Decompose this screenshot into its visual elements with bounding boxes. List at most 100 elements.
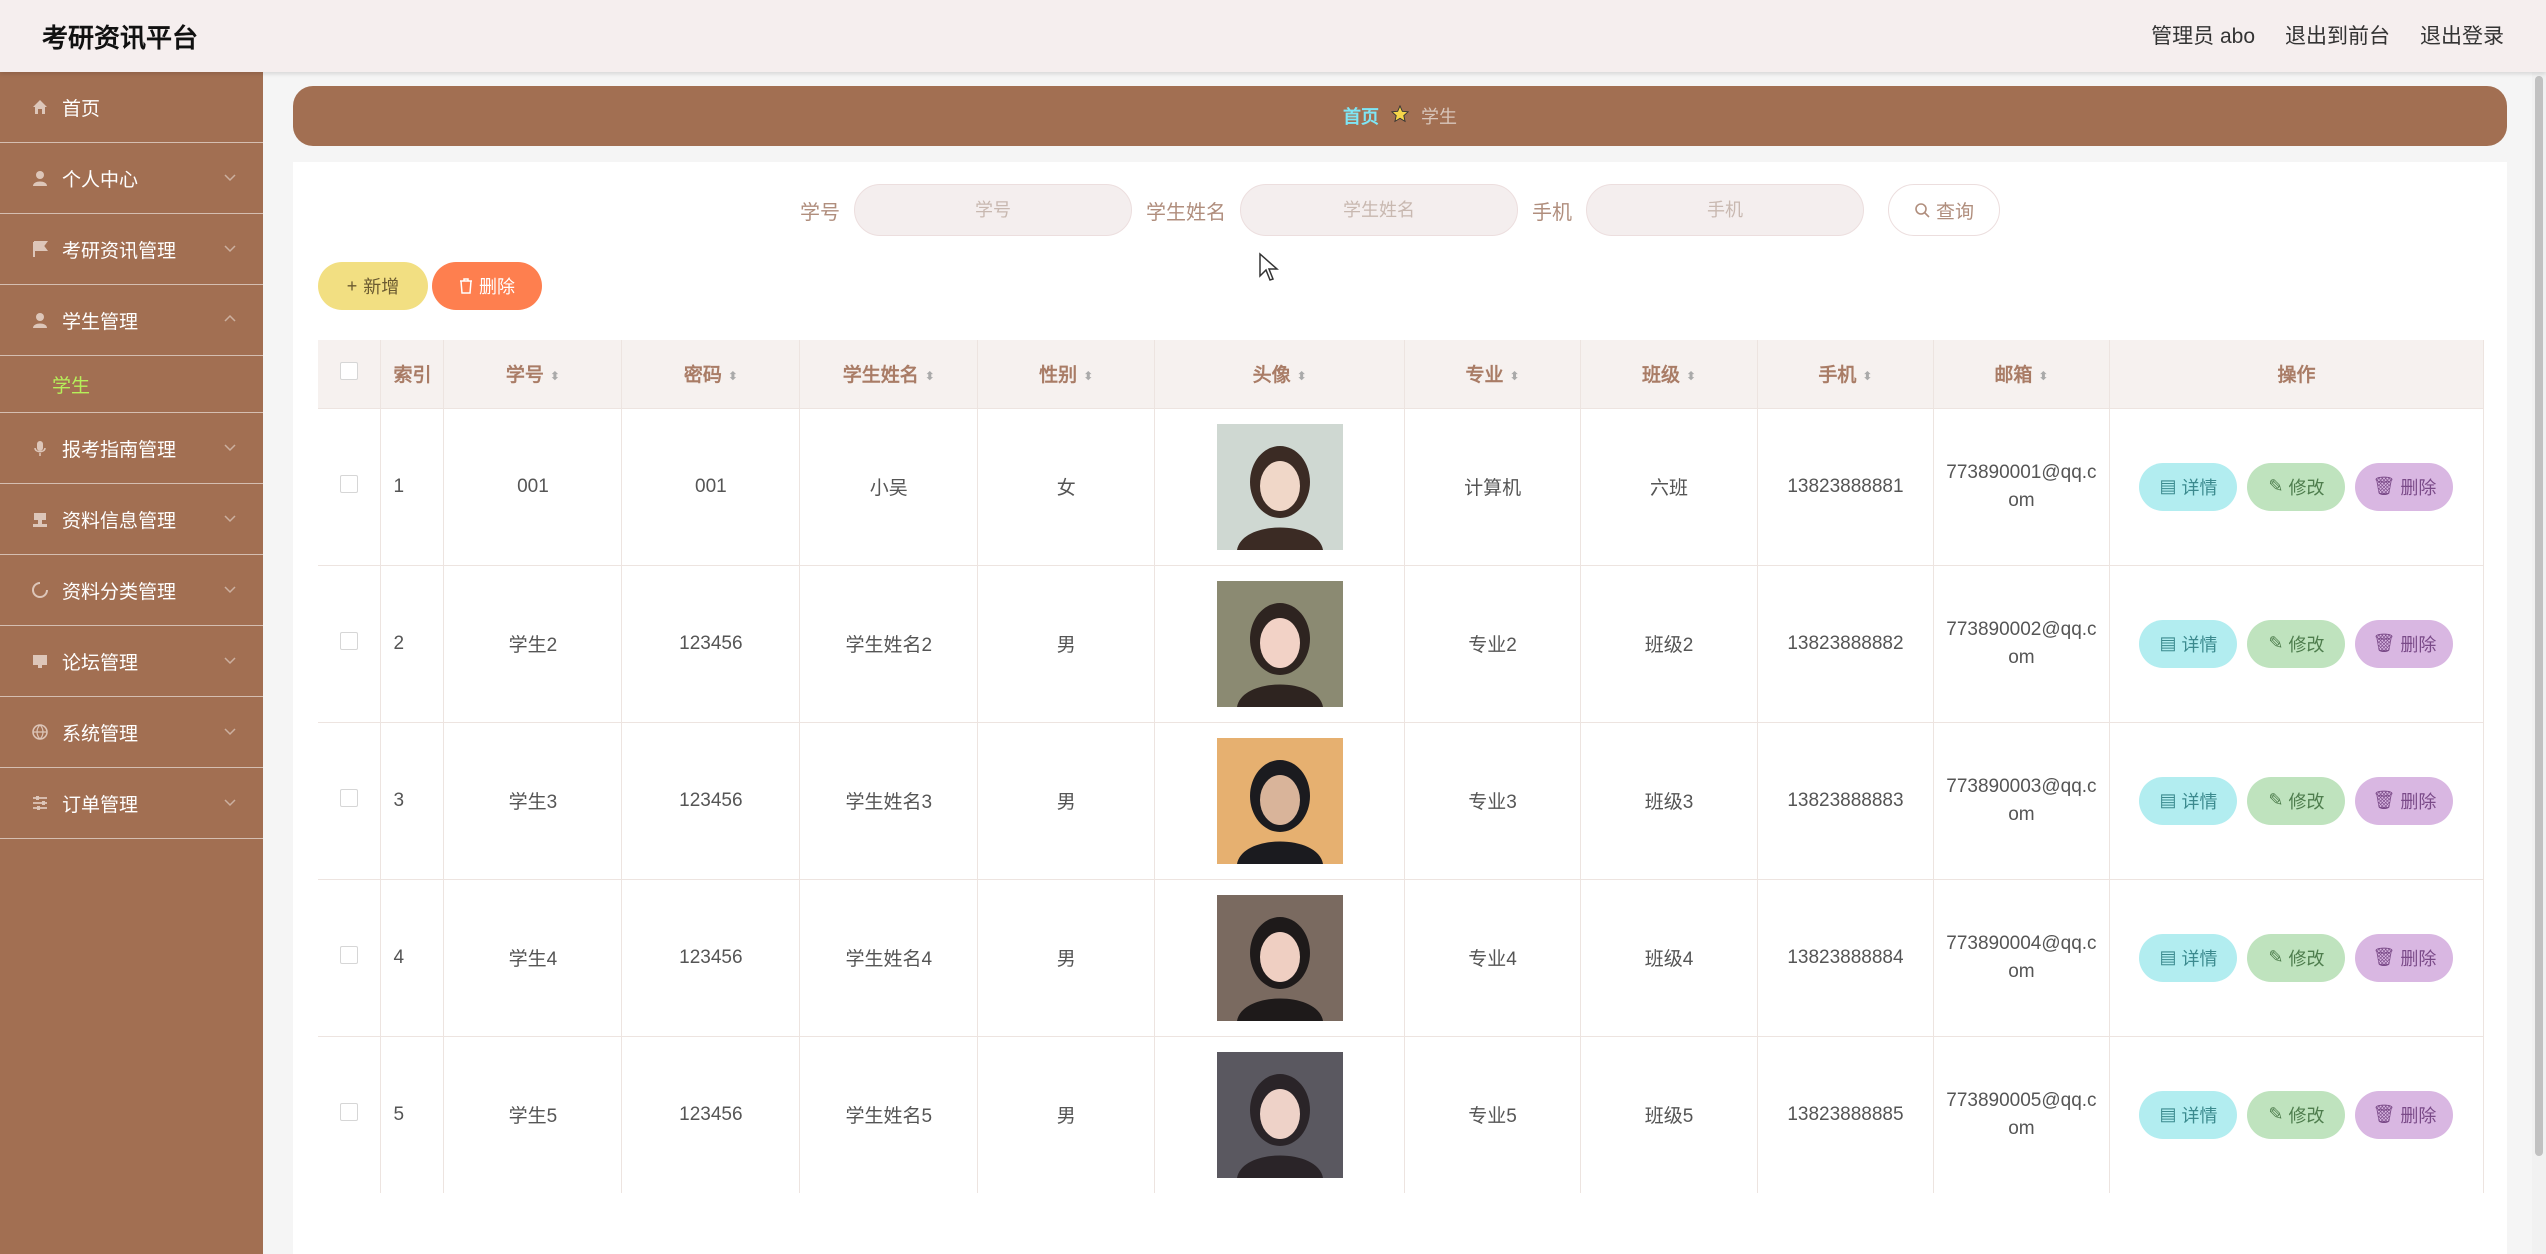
exit-to-front-link[interactable]: 退出到前台 — [2285, 20, 2390, 50]
sidebar-item-personal-center[interactable]: 个人中心 — [0, 143, 263, 214]
scrollbar-thumb[interactable] — [2535, 76, 2543, 1156]
delete-row-button[interactable]: 🗑 删除 — [2355, 619, 2454, 668]
student-id-input[interactable] — [854, 184, 1132, 236]
delete-row-button[interactable]: 🗑 删除 — [2355, 776, 2454, 825]
sort-icon[interactable]: ⬍ — [2038, 369, 2048, 383]
operations-cell: ▤ 详情 ✎ 修改 🗑 删除 — [2109, 878, 2485, 1036]
batch-delete-button[interactable]: 删除 — [432, 262, 542, 310]
email-text: om — [2008, 646, 2035, 668]
class-cell: 班级2 — [1580, 564, 1758, 722]
avatar[interactable] — [1216, 423, 1343, 550]
phone-cell: 13823888883 — [1757, 721, 1934, 879]
student-id-cell: 学生2 — [443, 564, 623, 722]
row-checkbox[interactable] — [340, 788, 359, 807]
avatar-cell — [1154, 721, 1406, 879]
phone-input[interactable] — [1586, 184, 1864, 236]
edit-button[interactable]: ✎ 修改 — [2247, 619, 2346, 668]
gender-cell: 男 — [977, 564, 1156, 722]
document-icon: ▤ — [2159, 1104, 2177, 1125]
student-name-cell: 学生姓名5 — [799, 1035, 979, 1193]
sort-icon[interactable]: ⬍ — [550, 369, 560, 383]
sidebar-item-student-management[interactable]: 学生管理 — [0, 285, 263, 356]
column-header[interactable]: 性别 ⬍ — [977, 340, 1156, 408]
page-scrollbar[interactable] — [2532, 72, 2546, 1254]
edit-button[interactable]: ✎ 修改 — [2247, 462, 2346, 511]
sidebar-item-forum[interactable]: 论坛管理 — [0, 626, 263, 697]
avatar[interactable] — [1216, 580, 1343, 707]
row-checkbox[interactable] — [340, 474, 359, 493]
delete-label: 删除 — [2400, 1105, 2437, 1126]
sort-icon[interactable]: ⬍ — [925, 369, 935, 383]
sidebar-subitem-student[interactable]: 学生 — [0, 356, 263, 413]
view-detail-button[interactable]: ▤ 详情 — [2139, 776, 2238, 825]
select-all-checkbox[interactable] — [340, 361, 359, 380]
sort-icon[interactable]: ⬍ — [1862, 369, 1872, 383]
edit-button[interactable]: ✎ 修改 — [2247, 776, 2346, 825]
edit-button[interactable]: ✎ 修改 — [2247, 1090, 2346, 1139]
column-header[interactable]: 学生姓名 ⬍ — [799, 340, 979, 408]
column-header[interactable]: 班级 ⬍ — [1580, 340, 1758, 408]
view-detail-button[interactable]: ▤ 详情 — [2139, 462, 2238, 511]
sort-icon[interactable]: ⬍ — [1686, 369, 1696, 383]
table-row: 1 001 001 小吴 女 计算机 六班 13823888881 773890… — [318, 407, 2485, 565]
email-text: om — [2008, 1117, 2035, 1139]
row-checkbox[interactable] — [340, 1102, 359, 1121]
avatar-cell — [1154, 564, 1406, 722]
sidebar-item-material-info[interactable]: 资料信息管理 — [0, 484, 263, 555]
column-header[interactable]: 邮箱 ⬍ — [1933, 340, 2110, 408]
avatar[interactable] — [1216, 1051, 1343, 1178]
trash-icon: 🗑 — [2372, 790, 2396, 810]
sort-icon[interactable]: ⬍ — [1297, 369, 1307, 383]
student-name-input[interactable] — [1240, 184, 1518, 236]
sidebar-item-orders[interactable]: 订单管理 — [0, 768, 263, 839]
row-checkbox[interactable] — [340, 945, 359, 964]
sort-icon[interactable]: ⬍ — [1083, 369, 1093, 383]
document-icon: ▤ — [2159, 790, 2177, 810]
pencil-icon: ✎ — [2268, 1104, 2284, 1125]
sort-icon[interactable]: ⬍ — [1510, 369, 1520, 383]
major-cell: 专业5 — [1404, 1035, 1582, 1193]
trash-icon: 🗑 — [2372, 633, 2396, 653]
sidebar-item-system[interactable]: 系统管理 — [0, 697, 263, 768]
delete-row-button[interactable]: 🗑 删除 — [2355, 462, 2454, 511]
column-header[interactable]: 手机 ⬍ — [1757, 340, 1934, 408]
column-header[interactable]: 密码 ⬍ — [621, 340, 801, 408]
phone-cell: 13823888881 — [1757, 407, 1934, 565]
class-cell: 班级4 — [1580, 878, 1758, 1036]
search-button[interactable]: 查询 — [1888, 184, 2000, 236]
sort-icon[interactable]: ⬍ — [728, 369, 738, 383]
delete-row-button[interactable]: 🗑 删除 — [2355, 933, 2454, 982]
sidebar-item-home[interactable]: 首页 — [0, 72, 263, 143]
view-detail-button[interactable]: ▤ 详情 — [2139, 933, 2238, 982]
document-icon: ▤ — [2159, 476, 2177, 496]
column-header[interactable]: 学号 ⬍ — [443, 340, 623, 408]
edit-label: 修改 — [2288, 477, 2325, 498]
view-detail-button[interactable]: ▤ 详情 — [2139, 1090, 2238, 1139]
avatar[interactable] — [1216, 737, 1343, 864]
student-id-cell: 学生5 — [443, 1035, 623, 1193]
sidebar-item-news[interactable]: 考研资讯管理 — [0, 214, 263, 285]
column-header[interactable]: 专业 ⬍ — [1404, 340, 1582, 408]
column-header[interactable]: 头像 ⬍ — [1154, 340, 1406, 408]
sidebar-item-material-category[interactable]: 资料分类管理 — [0, 555, 263, 626]
sidebar-item-guide[interactable]: 报考指南管理 — [0, 413, 263, 484]
edit-button[interactable]: ✎ 修改 — [2247, 933, 2346, 982]
password-cell: 123456 — [621, 878, 801, 1036]
document-icon: ▤ — [2159, 633, 2177, 653]
operations-cell: ▤ 详情 ✎ 修改 🗑 删除 — [2109, 564, 2485, 722]
avatar-cell — [1154, 1035, 1406, 1193]
row-checkbox[interactable] — [340, 631, 359, 650]
add-button-label: 新增 — [363, 277, 400, 297]
delete-row-button[interactable]: 🗑 删除 — [2355, 1090, 2454, 1139]
delete-label: 删除 — [2400, 477, 2437, 498]
password-cell: 123456 — [621, 721, 801, 879]
logout-link[interactable]: 退出登录 — [2420, 20, 2504, 50]
add-button[interactable]: + 新增 — [318, 262, 428, 310]
email-cell: 773890003@qq.c om — [1933, 721, 2110, 879]
index-cell: 5 — [380, 1035, 445, 1193]
view-detail-button[interactable]: ▤ 详情 — [2139, 619, 2238, 668]
breadcrumb-home[interactable]: 首页 — [1343, 103, 1379, 129]
avatar[interactable] — [1216, 894, 1343, 1021]
phone-cell: 13823888885 — [1757, 1035, 1934, 1193]
index-cell: 2 — [380, 564, 445, 722]
